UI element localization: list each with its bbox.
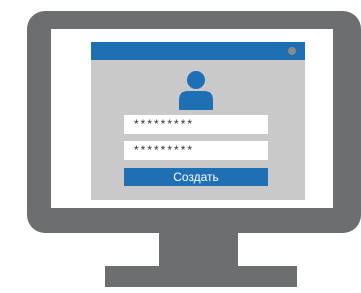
confirm-password-field[interactable]: ********* [124,141,268,160]
create-button[interactable]: Создать [124,168,268,186]
window-titlebar [91,42,305,60]
password-field[interactable]: ********* [124,115,268,134]
close-dot-icon[interactable] [288,47,296,55]
monitor-stand-neck [159,233,238,266]
registration-window: ********* ********* Создать [91,42,305,200]
monitor-stand-base [105,266,297,287]
user-icon [179,71,213,110]
